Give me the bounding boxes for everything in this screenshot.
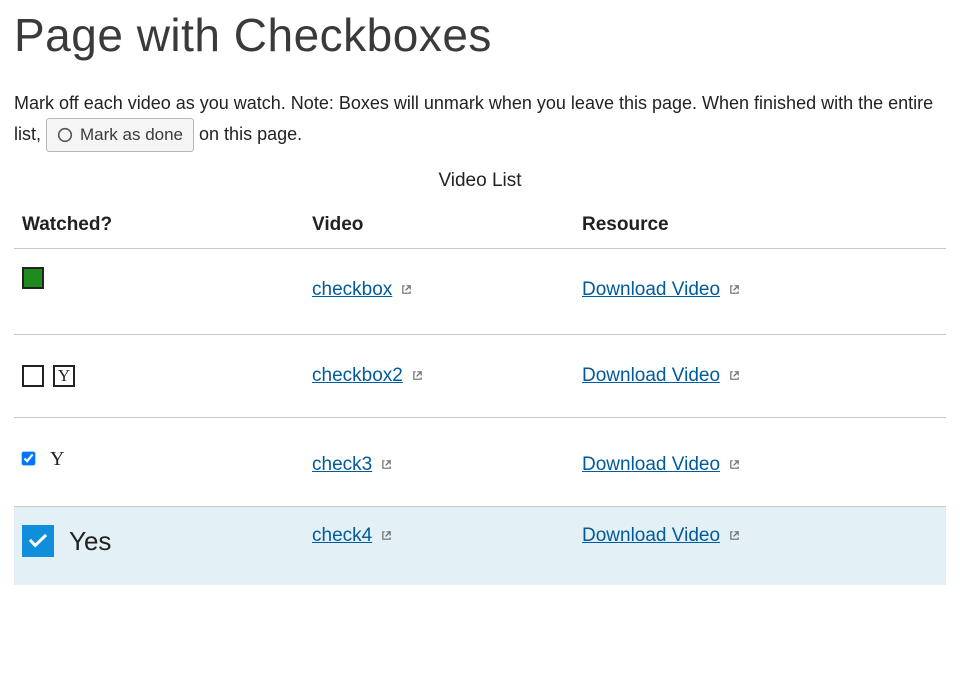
col-header-video: Video	[304, 204, 574, 249]
external-link-icon	[381, 454, 392, 475]
table-row: checkbox Download Video	[14, 249, 946, 335]
intro-text-after: on this page.	[199, 124, 302, 144]
col-header-watched: Watched?	[14, 204, 304, 249]
circle-icon	[57, 127, 73, 143]
watched-label: Y	[50, 448, 64, 470]
watched-checkbox[interactable]	[22, 525, 54, 557]
video-link[interactable]: check3	[312, 454, 372, 475]
watched-checkbox[interactable]	[22, 267, 44, 289]
external-link-icon	[729, 279, 740, 300]
video-link[interactable]: check4	[312, 525, 372, 546]
video-link[interactable]: checkbox2	[312, 365, 403, 386]
watched-checkbox[interactable]	[22, 365, 44, 387]
mark-as-done-label: Mark as done	[80, 122, 183, 148]
watched-label-box: Y	[53, 365, 75, 387]
col-header-resource: Resource	[574, 204, 946, 249]
download-link[interactable]: Download Video	[582, 525, 720, 546]
external-link-icon	[729, 454, 740, 475]
external-link-icon	[381, 525, 392, 546]
table-row: Y checkbox2 Download Video	[14, 335, 946, 418]
video-link[interactable]: checkbox	[312, 279, 392, 300]
table-caption: Video List	[14, 170, 946, 192]
intro-paragraph: Mark off each video as you watch. Note: …	[14, 90, 946, 152]
page-title: Page with Checkboxes	[14, 8, 946, 62]
external-link-icon	[412, 365, 423, 386]
external-link-icon	[729, 525, 740, 546]
mark-as-done-button[interactable]: Mark as done	[46, 118, 194, 152]
table-row: Yes check4 Download Video	[14, 507, 946, 586]
watched-checkbox[interactable]	[22, 452, 36, 466]
external-link-icon	[729, 365, 740, 386]
table-row: Y check3 Download Video	[14, 418, 946, 507]
download-link[interactable]: Download Video	[582, 365, 720, 386]
download-link[interactable]: Download Video	[582, 279, 720, 300]
download-link[interactable]: Download Video	[582, 454, 720, 475]
video-list-table: Watched? Video Resource checkbox Downloa…	[14, 204, 946, 585]
watched-label: Yes	[69, 526, 111, 556]
external-link-icon	[401, 279, 412, 300]
